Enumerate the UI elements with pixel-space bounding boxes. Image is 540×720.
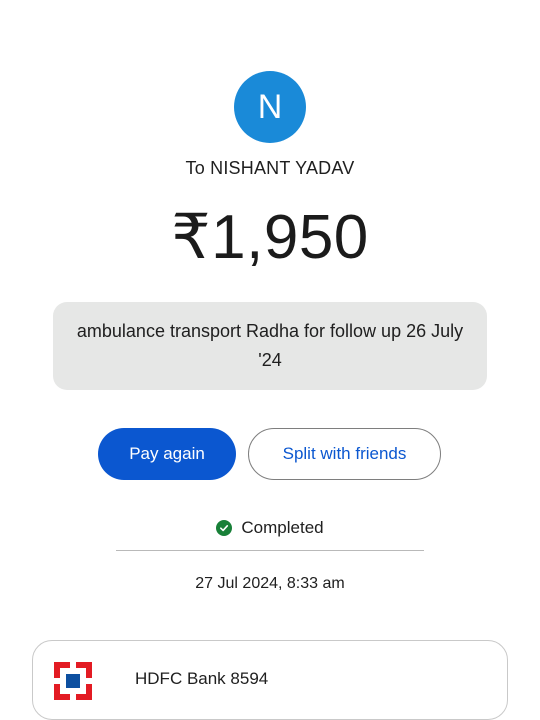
avatar-initial: N [257, 87, 283, 126]
recipient-name: To NISHANT YADAV [185, 158, 355, 178]
status-text: Completed [241, 518, 324, 537]
recipient-avatar: N [234, 71, 306, 143]
transaction-status: Completed [0, 518, 540, 538]
transaction-details-screen: N To NISHANT YADAV ₹1,950 ambulance tran… [0, 0, 540, 720]
check-circle-icon [216, 520, 233, 536]
pay-again-button[interactable]: Pay again [98, 428, 236, 480]
status-divider [116, 550, 424, 551]
bank-account-card[interactable]: HDFC Bank 8594 [32, 640, 508, 720]
payment-amount: ₹1,950 [171, 203, 369, 272]
bank-account-label: HDFC Bank 8594 [135, 669, 269, 688]
payment-note: ambulance transport Radha for follow up … [53, 302, 487, 390]
split-with-friends-label: Split with friends [282, 444, 407, 463]
pay-again-label: Pay again [129, 444, 205, 463]
payment-note-text: ambulance transport Radha for follow up … [76, 321, 464, 370]
split-with-friends-button[interactable]: Split with friends [248, 428, 441, 480]
transaction-datetime: 27 Jul 2024, 8:33 am [195, 575, 345, 592]
hdfc-bank-logo-icon [53, 661, 93, 701]
